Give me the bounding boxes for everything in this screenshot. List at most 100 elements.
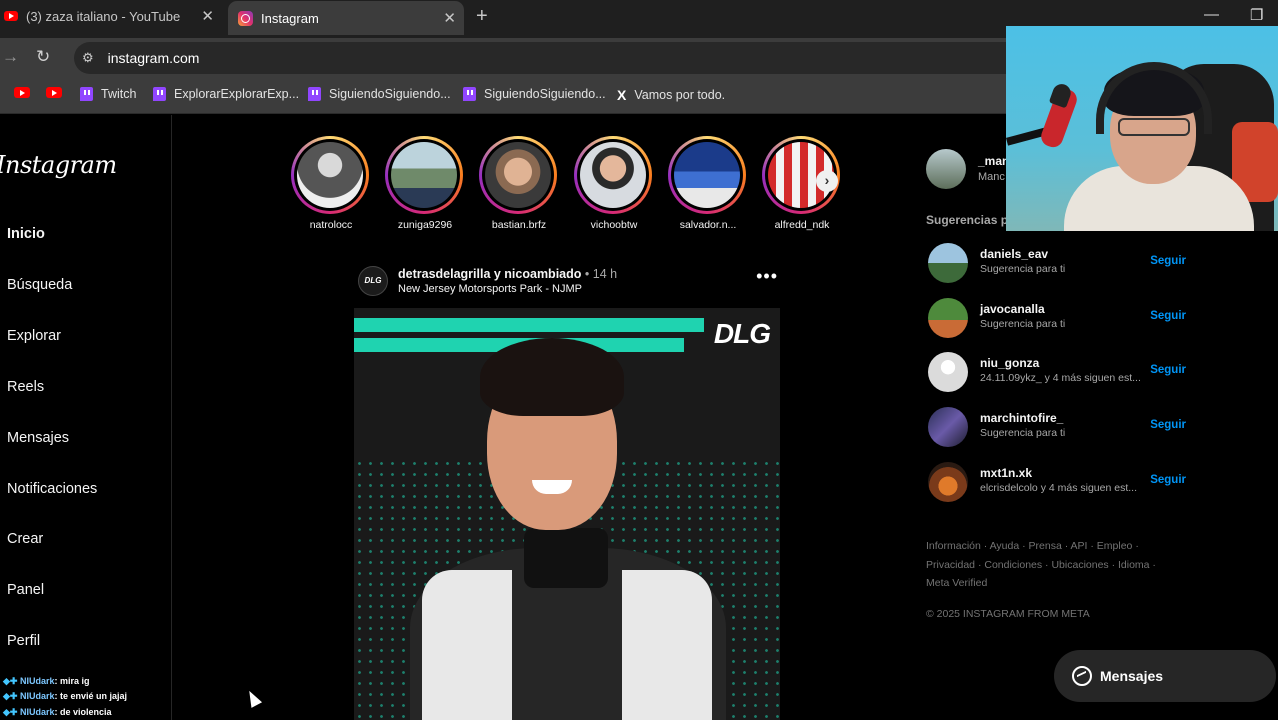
suggestion-item: mxt1n.xk elcrisdelcolo y 4 más siguen es… — [926, 460, 1190, 504]
my-avatar[interactable] — [926, 149, 966, 189]
suggestion-username[interactable]: daniels_eav — [980, 247, 1048, 261]
suggestion-subtitle: Sugerencia para ti — [980, 318, 1066, 330]
instagram-sidebar: Instagram Inicio Búsqueda Explorar Reels… — [0, 115, 172, 720]
messages-label: Mensajes — [1100, 668, 1164, 684]
chat-user: NIUdark — [19, 676, 55, 686]
footer-links[interactable]: Meta Verified — [926, 574, 1166, 593]
follow-button[interactable]: Seguir — [1150, 310, 1186, 322]
instagram-icon — [238, 10, 253, 26]
messages-button[interactable]: Mensajes — [1054, 650, 1276, 702]
footer-links[interactable]: Privacidad · Condiciones · Ubicaciones ·… — [926, 556, 1166, 575]
glasses — [1118, 118, 1190, 136]
post-username[interactable]: detrasdelagrilla y nicoambiado • 14 h — [398, 267, 617, 281]
new-tab-icon[interactable]: + — [476, 5, 488, 28]
nav-inicio[interactable]: Inicio — [7, 226, 45, 242]
post-image[interactable]: DLG — [354, 308, 780, 720]
bookmark-siguiendo-1[interactable]: SiguiendoSiguiendo... — [308, 87, 451, 101]
bookmark-label: SiguiendoSiguiendo... — [484, 87, 606, 101]
omnibox[interactable]: ⚙ instagram.com — [74, 42, 1034, 74]
tab-instagram[interactable]: Instagram ✕ — [228, 1, 464, 35]
post-time: • 14 h — [584, 267, 618, 281]
url-text: instagram.com — [107, 50, 200, 66]
follow-button[interactable]: Seguir — [1150, 474, 1186, 486]
avatar — [674, 142, 740, 208]
nav-crear[interactable]: Crear — [7, 531, 43, 547]
suggestion-subtitle: 24.11.09ykz_ y 4 más siguen est... — [980, 372, 1141, 384]
suit-panel — [422, 570, 512, 720]
tab-youtube[interactable]: (3) zaza italiano - YouTube ✕ — [0, 0, 222, 32]
messenger-icon — [1072, 666, 1092, 686]
suggestion-subtitle: Sugerencia para ti — [980, 263, 1066, 275]
nav-busqueda[interactable]: Búsqueda — [7, 277, 72, 293]
bookmark-explorar[interactable]: ExplorarExplorarExp... — [153, 87, 299, 101]
badge-icon: ◆✚ — [3, 691, 20, 701]
suggestion-username[interactable]: javocanalla — [980, 302, 1045, 316]
bookmark-youtube[interactable] — [14, 87, 30, 98]
avatar[interactable] — [928, 298, 968, 338]
avatar[interactable] — [928, 462, 968, 502]
story-item[interactable]: zuniga9296 — [385, 136, 465, 231]
story-item[interactable]: vichoobtw — [574, 136, 654, 231]
suggestion-item: marchintofire_ Sugerencia para ti Seguir — [926, 405, 1190, 449]
suggestion-username[interactable]: mxt1n.xk — [980, 466, 1032, 480]
webcam-overlay — [1006, 26, 1278, 231]
nav-perfil[interactable]: Perfil — [7, 633, 40, 649]
twitch-icon — [80, 87, 93, 101]
suit-collar — [524, 528, 608, 588]
reload-icon[interactable]: ↻ — [36, 47, 50, 67]
story-item[interactable]: bastian.brfz — [479, 136, 559, 231]
bookmark-youtube-2[interactable] — [46, 87, 62, 98]
bookmark-twitch[interactable]: Twitch — [80, 87, 136, 101]
bookmark-siguiendo-2[interactable]: SiguiendoSiguiendo... — [463, 87, 606, 101]
chat-message: ◆✚ NIUdark: de violencia — [3, 707, 112, 718]
nav-explorar[interactable]: Explorar — [7, 328, 61, 344]
close-icon[interactable]: ✕ — [443, 9, 456, 27]
avatar[interactable] — [928, 407, 968, 447]
more-options-icon[interactable]: ••• — [756, 266, 778, 287]
follow-button[interactable]: Seguir — [1150, 255, 1186, 267]
nav-panel[interactable]: Panel — [7, 582, 44, 598]
story-item[interactable]: natrolocc — [291, 136, 371, 231]
avatar[interactable] — [928, 352, 968, 392]
driver-hair — [480, 338, 624, 416]
my-fullname: Manc — [978, 171, 1005, 183]
suggestions-title: Sugerencias p — [926, 213, 1009, 227]
forward-icon[interactable]: → — [2, 47, 19, 67]
story-item[interactable]: salvador.n... — [668, 136, 748, 231]
nav-notificaciones[interactable]: Notificaciones — [7, 481, 97, 497]
nav-mensajes[interactable]: Mensajes — [7, 430, 69, 446]
chat-message: ◆✚ NIUdark: te envié un jajaj — [3, 691, 127, 702]
chat-user: NIUdark — [19, 691, 55, 701]
mouse-cursor-icon — [243, 688, 263, 708]
suggestion-item: daniels_eav Sugerencia para ti Seguir — [926, 241, 1190, 285]
twitch-icon — [153, 87, 166, 101]
nav-reels[interactable]: Reels — [7, 379, 44, 395]
story-name: zuniga9296 — [397, 219, 453, 231]
post-location[interactable]: New Jersey Motorsports Park - NJMP — [398, 283, 582, 295]
follow-button[interactable]: Seguir — [1150, 419, 1186, 431]
suggestion-username[interactable]: niu_gonza — [980, 356, 1039, 370]
site-settings-icon[interactable]: ⚙ — [82, 50, 94, 66]
story-name: salvador.n... — [679, 219, 737, 231]
minimize-icon[interactable]: — — [1204, 6, 1219, 23]
restore-icon[interactable]: ❐ — [1250, 6, 1263, 24]
youtube-icon — [4, 11, 18, 21]
post-header: DLG detrasdelagrilla y nicoambiado • 14 … — [356, 264, 780, 304]
post-avatar[interactable]: DLG — [358, 266, 388, 296]
close-icon[interactable]: ✕ — [201, 7, 214, 25]
footer-links[interactable]: Información · Ayuda · Prensa · API · Emp… — [926, 537, 1166, 556]
bookmark-label: Vamos por todo. — [634, 88, 726, 102]
dlg-logo: DLG — [713, 318, 771, 349]
instagram-logo[interactable]: Instagram — [0, 151, 117, 179]
chevron-right-icon[interactable]: › — [816, 170, 838, 192]
suggestion-username[interactable]: marchintofire_ — [980, 411, 1063, 425]
chat-text: : mira ig — [54, 676, 90, 686]
follow-button[interactable]: Seguir — [1150, 364, 1186, 376]
my-username[interactable]: _man — [978, 154, 1009, 168]
avatar[interactable] — [928, 243, 968, 283]
post-users[interactable]: detrasdelagrilla y nicoambiado — [398, 267, 581, 281]
avatar — [485, 142, 551, 208]
suggestion-item: javocanalla Sugerencia para ti Seguir — [926, 296, 1190, 340]
footer-copyright: © 2025 INSTAGRAM FROM META — [926, 608, 1090, 620]
bookmark-x[interactable]: X Vamos por todo. — [617, 87, 725, 103]
